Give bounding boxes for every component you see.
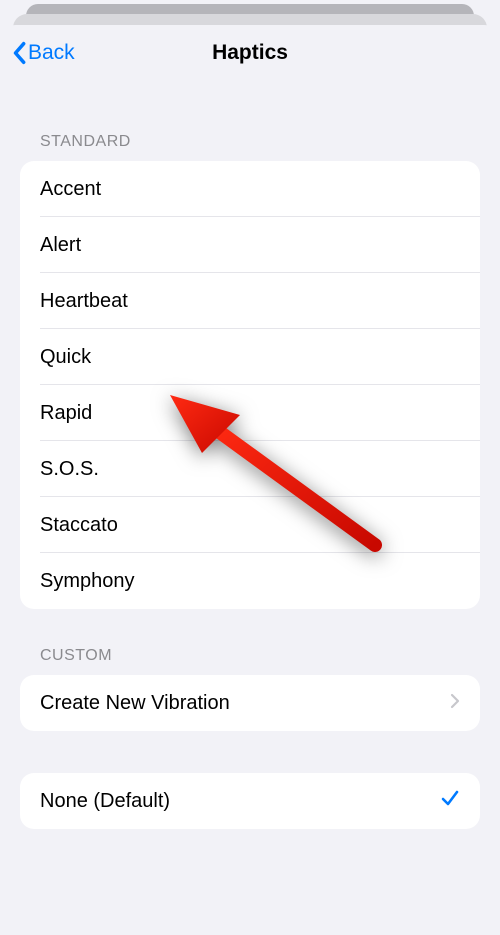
- list-item-label: Quick: [40, 346, 91, 369]
- spacer: [20, 731, 480, 773]
- list-item-label: Heartbeat: [40, 290, 128, 313]
- list-item-label: Create New Vibration: [40, 692, 230, 715]
- nav-bar: Back Haptics: [0, 25, 500, 81]
- custom-list: Create New Vibration: [20, 675, 480, 731]
- page-title: Haptics: [212, 41, 288, 65]
- back-label: Back: [28, 41, 75, 65]
- create-new-vibration[interactable]: Create New Vibration: [20, 675, 480, 731]
- standard-list: Accent Alert Heartbeat Quick Rapid S.O.S…: [20, 161, 480, 609]
- list-item-label: S.O.S.: [40, 458, 99, 481]
- list-item-label: None (Default): [40, 790, 170, 813]
- haptic-none-default[interactable]: None (Default): [20, 773, 480, 829]
- haptic-heartbeat[interactable]: Heartbeat: [20, 273, 480, 329]
- haptic-accent[interactable]: Accent: [20, 161, 480, 217]
- chevron-left-icon: [10, 39, 28, 67]
- main-modal-card: Back Haptics STANDARD Accent Alert Heart…: [0, 25, 500, 935]
- back-button[interactable]: Back: [8, 35, 77, 71]
- haptic-alert[interactable]: Alert: [20, 217, 480, 273]
- checkmark-icon: [440, 788, 460, 814]
- list-item-label: Staccato: [40, 514, 118, 537]
- section-header-standard: STANDARD: [20, 133, 480, 161]
- haptic-staccato[interactable]: Staccato: [20, 497, 480, 553]
- haptic-rapid[interactable]: Rapid: [20, 385, 480, 441]
- haptic-symphony[interactable]: Symphony: [20, 553, 480, 609]
- list-item-label: Rapid: [40, 402, 92, 425]
- list-item-label: Accent: [40, 178, 101, 201]
- list-item-label: Symphony: [40, 570, 135, 593]
- haptic-quick[interactable]: Quick: [20, 329, 480, 385]
- haptic-sos[interactable]: S.O.S.: [20, 441, 480, 497]
- section-header-custom: CUSTOM: [20, 647, 480, 675]
- none-list: None (Default): [20, 773, 480, 829]
- list-item-label: Alert: [40, 234, 81, 257]
- content: STANDARD Accent Alert Heartbeat Quick Ra…: [0, 133, 500, 829]
- chevron-right-icon: [450, 692, 460, 715]
